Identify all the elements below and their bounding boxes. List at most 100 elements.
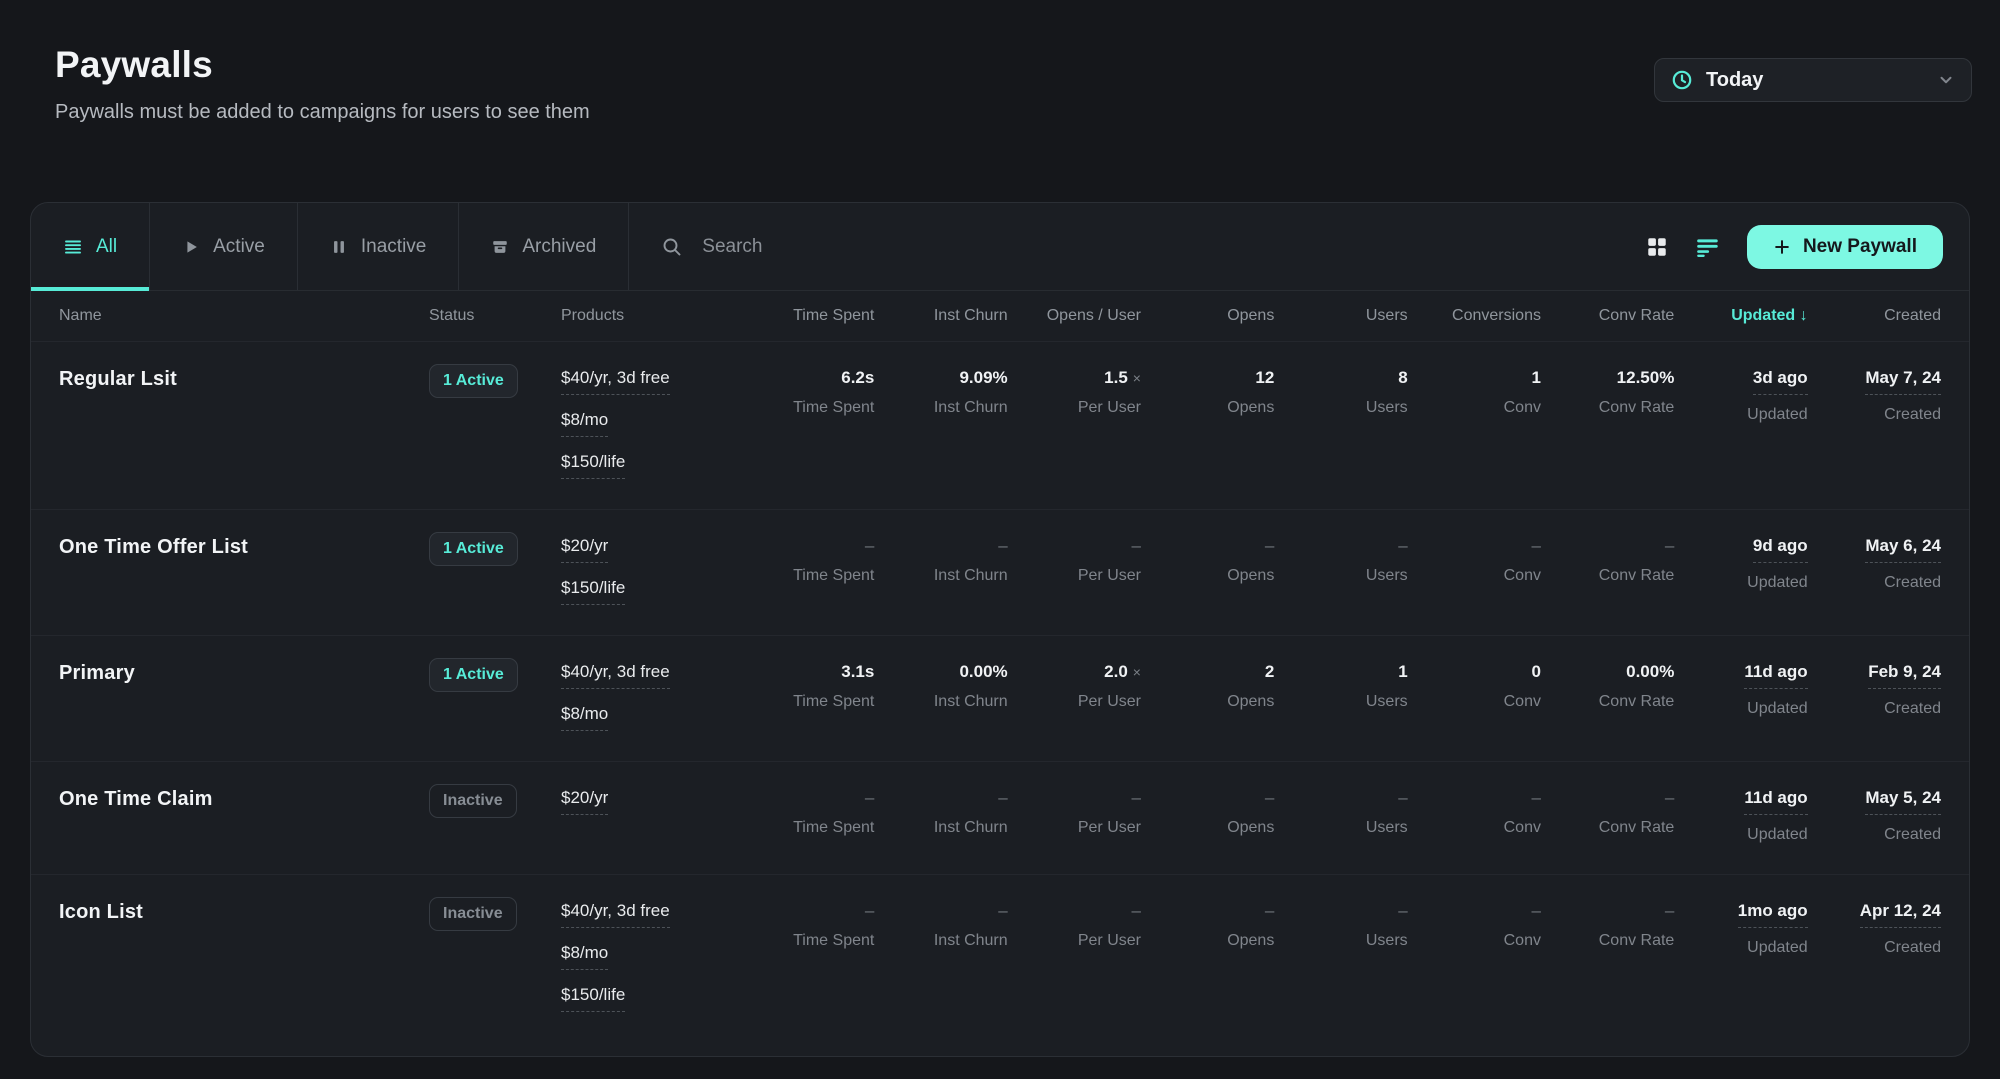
metric-users: – Users	[1274, 788, 1407, 844]
tab-inactive[interactable]: Inactive	[298, 203, 459, 290]
metric-value[interactable]: May 7, 24	[1865, 368, 1941, 395]
metric-label: Conv	[1408, 819, 1541, 837]
metric-users: –Users	[1274, 901, 1407, 1012]
metric-label: Conv Rate	[1541, 819, 1674, 837]
page-subtitle: Paywalls must be added to campaigns for …	[55, 101, 590, 124]
metric-inst_churn: 9.09%Inst Churn	[874, 368, 1007, 479]
metric-label: Conv Rate	[1541, 932, 1674, 950]
metric-value[interactable]: 11d ago	[1744, 662, 1807, 689]
product-price[interactable]: $8/mo	[561, 410, 608, 437]
metric-updated: 3d agoUpdated	[1674, 368, 1807, 479]
product-price[interactable]: $20/yr	[561, 536, 608, 563]
metric-label: Inst Churn	[874, 399, 1007, 417]
product-price[interactable]: $150/life	[561, 578, 625, 605]
table-row[interactable]: One Time ClaimInactive$20/yr–Time Spent–…	[31, 761, 1969, 874]
metric-opens: 2Opens	[1141, 662, 1274, 731]
metric-label: Users	[1274, 819, 1407, 837]
table-row[interactable]: Regular Lsit1 Active$40/yr, 3d free$8/mo…	[31, 341, 1969, 509]
metric-updated: 9d agoUpdated	[1674, 536, 1807, 605]
metric-value: –	[998, 901, 1007, 920]
header-name[interactable]: Name	[59, 307, 429, 325]
metric-value[interactable]: Apr 12, 24	[1860, 901, 1941, 928]
metric-label: Conv Rate	[1541, 399, 1674, 417]
product-item: $40/yr, 3d free	[561, 662, 741, 689]
metric-value[interactable]: 9d ago	[1753, 536, 1808, 563]
pause-icon	[330, 238, 348, 256]
metric-value[interactable]: 11d ago	[1744, 788, 1807, 815]
metric-label: Users	[1274, 567, 1407, 585]
header-status[interactable]: Status	[429, 307, 561, 325]
header-created[interactable]: Created	[1808, 307, 1941, 325]
tab-archived[interactable]: Archived	[459, 203, 629, 290]
metric-conv_rate: –Conv Rate	[1541, 901, 1674, 1012]
status-badge: 1 Active	[429, 532, 518, 566]
header-time-spent[interactable]: Time Spent	[741, 307, 874, 325]
product-price[interactable]: $40/yr, 3d free	[561, 368, 670, 395]
product-item: $20/yr	[561, 788, 741, 815]
status-cell: Inactive	[429, 901, 561, 1012]
multiplier-symbol: ×	[1133, 370, 1141, 386]
table-row[interactable]: Icon ListInactive$40/yr, 3d free$8/mo$15…	[31, 874, 1969, 1042]
metric-label: Updated	[1674, 700, 1807, 718]
table-row[interactable]: Primary1 Active$40/yr, 3d free$8/mo3.1sT…	[31, 635, 1969, 761]
metric-value[interactable]: 3d ago	[1753, 368, 1808, 395]
metric-value[interactable]: Feb 9, 24	[1868, 662, 1941, 689]
header-updated[interactable]: Updated ↓	[1674, 307, 1807, 325]
products-cell: $20/yr	[561, 788, 741, 844]
product-price[interactable]: $8/mo	[561, 704, 608, 731]
metric-label: Inst Churn	[874, 567, 1007, 585]
product-price[interactable]: $150/life	[561, 985, 625, 1012]
header-opens[interactable]: Opens	[1141, 307, 1274, 325]
metric-value[interactable]: May 6, 24	[1865, 536, 1941, 563]
products-cell: $40/yr, 3d free $8/mo $150/life	[561, 901, 741, 1012]
products-cell: $20/yr $150/life	[561, 536, 741, 605]
status-cell: 1 Active	[429, 536, 561, 605]
metric-label: Per User	[1008, 693, 1141, 711]
tab-all[interactable]: All	[31, 203, 150, 290]
metric-opens: –Opens	[1141, 788, 1274, 844]
product-price[interactable]: $40/yr, 3d free	[561, 662, 670, 689]
metric-value: –	[1132, 536, 1141, 555]
product-item: $8/mo	[561, 943, 741, 970]
header-conversions[interactable]: Conversions	[1408, 307, 1541, 325]
paywall-name: One Time Offer List	[59, 536, 248, 558]
list-view-icon[interactable]	[1695, 235, 1721, 259]
product-price[interactable]: $150/life	[561, 452, 625, 479]
metric-users: 1Users	[1274, 662, 1407, 731]
header-conv-rate[interactable]: Conv Rate	[1541, 307, 1674, 325]
page-title: Paywalls	[55, 44, 590, 86]
name-cell: One Time Offer List	[59, 536, 429, 605]
metric-value: 0.00%	[959, 662, 1007, 681]
metric-users: 8Users	[1274, 368, 1407, 479]
status-badge: Inactive	[429, 897, 517, 931]
header-inst-churn[interactable]: Inst Churn	[874, 307, 1007, 325]
tab-active[interactable]: Active	[150, 203, 298, 290]
product-price[interactable]: $20/yr	[561, 788, 608, 815]
metric-label: Time Spent	[741, 399, 874, 417]
metric-users: –Users	[1274, 536, 1407, 605]
chevron-down-icon	[1937, 71, 1955, 89]
search-input[interactable]	[700, 235, 1100, 259]
grid-view-icon[interactable]	[1645, 235, 1669, 259]
header-products[interactable]: Products	[561, 307, 741, 325]
metric-conversions: –Conv	[1408, 788, 1541, 844]
metric-value[interactable]: May 5, 24	[1865, 788, 1941, 815]
metric-time_spent: 3.1sTime Spent	[741, 662, 874, 731]
name-cell: Icon List	[59, 901, 429, 1012]
metric-inst_churn: –Inst Churn	[874, 788, 1007, 844]
product-price[interactable]: $8/mo	[561, 943, 608, 970]
header-users[interactable]: Users	[1274, 307, 1407, 325]
metric-conv_rate: 0.00%Conv Rate	[1541, 662, 1674, 731]
status-cell: 1 Active	[429, 662, 561, 731]
table-row[interactable]: One Time Offer List1 Active$20/yr$150/li…	[31, 509, 1969, 635]
metric-value[interactable]: 1mo ago	[1738, 901, 1808, 928]
metric-value: –	[1398, 788, 1407, 807]
date-filter-button[interactable]: Today	[1654, 58, 1972, 102]
product-price[interactable]: $40/yr, 3d free	[561, 901, 670, 928]
metric-conversions: 1Conv	[1408, 368, 1541, 479]
header-opens-user[interactable]: Opens / User	[1008, 307, 1141, 325]
metric-value: 2	[1265, 662, 1274, 681]
metric-time_spent: –Time Spent	[741, 901, 874, 1012]
metric-updated: 1mo agoUpdated	[1674, 901, 1807, 1012]
new-paywall-button[interactable]: New Paywall	[1747, 225, 1943, 269]
